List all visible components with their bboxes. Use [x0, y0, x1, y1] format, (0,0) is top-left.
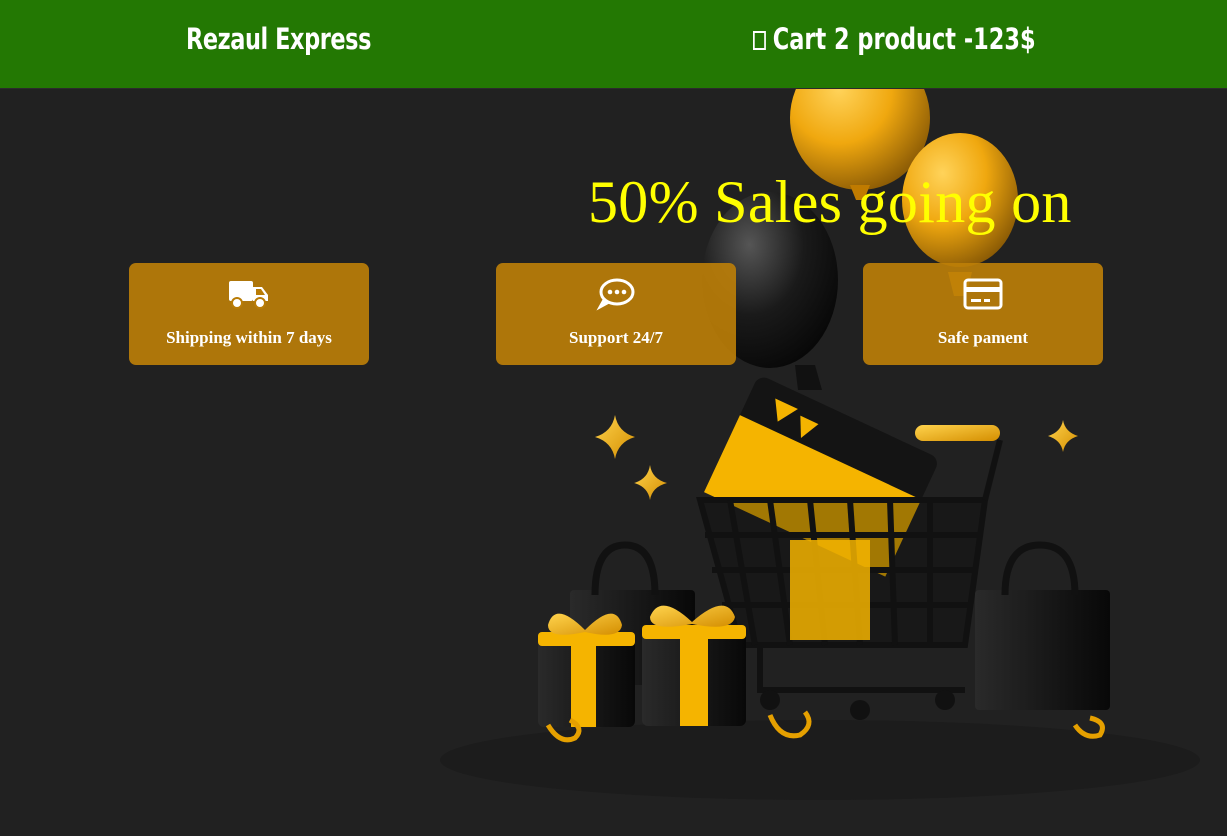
feature-card-support: Support 24/7: [496, 263, 736, 365]
sale-headline: 50% Sales going on: [588, 169, 1072, 235]
feature-label: Safe pament: [937, 328, 1029, 347]
feature-label: Shipping within 7 days: [166, 328, 332, 347]
top-header: Rezaul Express Cart 2 product -123$: [0, 0, 1227, 89]
cart-summary-text: Cart 2 product -123$: [772, 22, 1036, 56]
feature-label: Support 24/7: [569, 328, 663, 347]
credit-card-icon: [863, 277, 1103, 313]
chat-icon: [496, 277, 736, 313]
cart-icon: [753, 30, 766, 50]
brand-logo-text[interactable]: Rezaul Express: [186, 22, 371, 56]
feature-card-payment: Safe pament: [863, 263, 1103, 365]
cart-summary[interactable]: Cart 2 product -123$: [753, 22, 1036, 56]
feature-card-shipping: Shipping within 7 days: [129, 263, 369, 365]
truck-icon: [129, 277, 369, 313]
